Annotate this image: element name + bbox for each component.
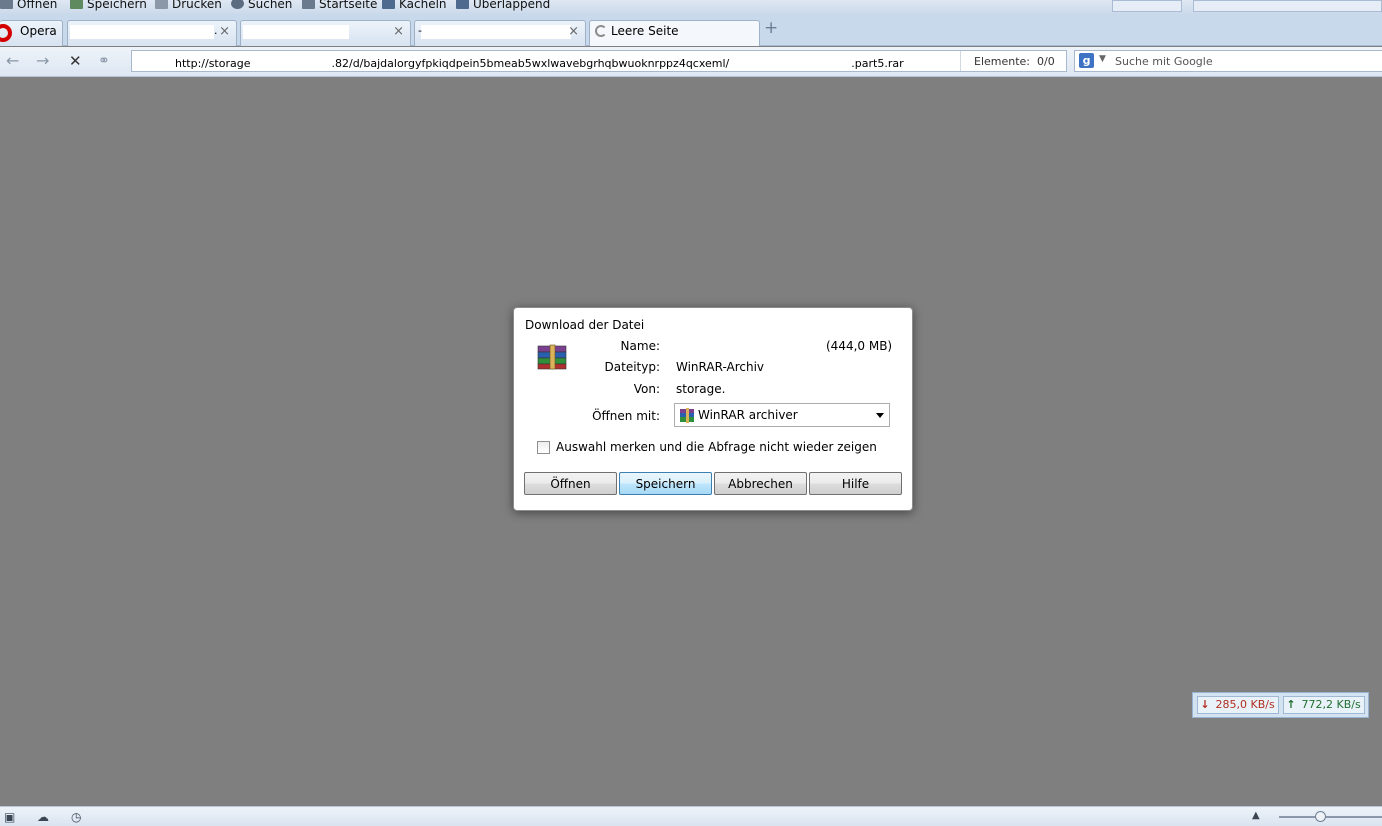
tab-1-title-redacted <box>70 25 214 39</box>
cascade-icon <box>456 0 469 9</box>
key-icon[interactable]: ⚭ <box>98 52 110 70</box>
download-dialog: Download der Datei Name: (444,0 MB) Date… <box>513 307 913 511</box>
tab-1[interactable]: . × <box>67 20 237 46</box>
menu-search[interactable]: Suchen <box>231 0 292 13</box>
tab-3-close-icon[interactable]: × <box>568 25 579 39</box>
upload-speed-value: 772,2 KB/s <box>1301 698 1361 711</box>
menu-save-label: Speichern <box>87 0 147 11</box>
address-separator <box>960 51 961 71</box>
url-text: http://storage .82/d/bajdalorgyfpkiqdpein… <box>175 55 904 70</box>
download-arrow-icon: ↓ <box>1200 698 1210 711</box>
menu-cascade-label: Überlappend <box>473 0 551 11</box>
save-icon <box>70 0 83 9</box>
save-button[interactable]: Speichern <box>619 472 712 495</box>
toolbar-box-left[interactable] <box>1112 0 1182 12</box>
url-start: http://storage <box>175 57 251 70</box>
zoom-slider-knob[interactable] <box>1315 811 1326 822</box>
search-field[interactable]: g ▼ Suche mit Google <box>1074 50 1382 72</box>
remember-label[interactable]: Auswahl merken und die Abfrage nicht wie… <box>556 440 877 454</box>
menu-search-label: Suchen <box>248 0 293 11</box>
forward-arrow-icon[interactable]: → <box>36 52 49 70</box>
tab-strip: Opera . × × - × Leere Seite + <box>0 14 1382 46</box>
menu-print-label: Drucken <box>172 0 222 11</box>
address-toolbar: ← → ✕ ⚭ http://storage .82/d/bajdalorgyfp… <box>0 47 1382 77</box>
menu-tile-label: Kacheln <box>399 0 447 11</box>
menu-cascade[interactable]: Überlappend <box>456 0 550 13</box>
tab-2-title-redacted <box>243 25 349 39</box>
download-speed-value: 285,0 KB/s <box>1215 698 1275 711</box>
dialog-title: Download der Datei <box>525 318 645 332</box>
folder-icon <box>0 0 13 9</box>
zoom-slider-track[interactable] <box>1279 816 1382 818</box>
opera-label: Opera <box>20 24 57 38</box>
type-label: Dateityp: <box>604 360 660 374</box>
elements-count: 0/0 <box>1037 55 1055 68</box>
menu-home[interactable]: Startseite <box>302 0 377 13</box>
panel-toggle-icon[interactable]: ▣ <box>4 811 15 823</box>
tab-active[interactable]: Leere Seite <box>589 20 760 46</box>
printer-icon <box>155 0 168 9</box>
openwith-select[interactable]: WinRAR archiver <box>674 403 890 427</box>
elements-label: Elemente: <box>974 55 1031 68</box>
from-value: storage. <box>676 382 726 396</box>
cloud-icon[interactable]: ☁ <box>37 811 49 823</box>
tile-icon <box>382 0 395 9</box>
menu-save[interactable]: Speichern <box>70 0 147 13</box>
tab-2[interactable]: × <box>240 20 411 46</box>
download-speed: ↓ 285,0 KB/s <box>1197 696 1279 714</box>
remember-checkbox[interactable] <box>537 441 550 454</box>
stop-icon[interactable]: ✕ <box>69 52 82 70</box>
speed-dial-icon[interactable]: ◷ <box>71 811 81 823</box>
tab-3-title-redacted <box>421 25 571 39</box>
menu-tile[interactable]: Kacheln <box>382 0 447 13</box>
menu-print[interactable]: Drucken <box>155 0 222 13</box>
tab-1-suffix: . <box>214 24 218 37</box>
name-label: Name: <box>620 339 660 353</box>
url-end: .part5.rar <box>851 57 904 70</box>
status-bar: ▣ ☁ ◷ ▲ <box>0 806 1382 826</box>
home-icon <box>302 0 315 9</box>
cancel-button[interactable]: Abbrechen <box>714 472 807 495</box>
search-icon <box>231 0 244 9</box>
from-label: Von: <box>633 382 660 396</box>
transfer-speed-widget[interactable]: ↓ 285,0 KB/s ↑ 772,2 KB/s <box>1192 692 1369 718</box>
search-placeholder: Suche mit Google <box>1115 55 1213 68</box>
new-tab-button[interactable]: + <box>764 19 778 37</box>
tab-1-close-icon[interactable]: × <box>219 25 230 39</box>
loading-spinner-icon <box>595 25 607 37</box>
menu-open[interactable]: Öffnen <box>0 0 57 13</box>
active-tab-label: Leere Seite <box>611 24 679 38</box>
file-size: (444,0 MB) <box>826 339 893 353</box>
tab-2-close-icon[interactable]: × <box>393 25 404 39</box>
opera-menu-button[interactable]: Opera <box>0 20 63 46</box>
openwith-value: WinRAR archiver <box>698 408 798 422</box>
open-button[interactable]: Öffnen <box>524 472 617 495</box>
elements-counter[interactable]: Elemente: 0/0 <box>974 55 1055 68</box>
type-value: WinRAR-Archiv <box>676 360 765 374</box>
tab-3-prefix: - <box>418 24 422 37</box>
upload-arrow-icon: ↑ <box>1286 698 1296 711</box>
tab-3[interactable]: - × <box>414 20 586 46</box>
back-arrow-icon[interactable]: ← <box>6 52 19 70</box>
openwith-label: Öffnen mit: <box>592 409 660 423</box>
google-icon[interactable]: g <box>1079 53 1094 68</box>
upload-speed: ↑ 772,2 KB/s <box>1283 696 1365 714</box>
help-button[interactable]: Hilfe <box>809 472 902 495</box>
toolbar-box-right[interactable] <box>1193 0 1382 12</box>
top-toolbar: Öffnen Speichern Drucken Suchen Startsei… <box>0 0 1382 14</box>
url-redacted <box>250 55 332 67</box>
zoom-up-icon[interactable]: ▲ <box>1252 810 1260 821</box>
url-mid: .82/d/bajdalorgyfpkiqdpein5bmeab5wxlwave… <box>331 57 730 70</box>
menu-home-label: Startseite <box>319 0 378 11</box>
address-field[interactable]: http://storage .82/d/bajdalorgyfpkiqdpein… <box>131 50 1067 72</box>
winrar-app-icon <box>680 408 694 423</box>
search-engine-dropdown-icon[interactable]: ▼ <box>1099 54 1106 64</box>
dropdown-arrow-icon[interactable] <box>876 413 884 418</box>
menu-open-label: Öffnen <box>17 0 58 11</box>
opera-logo-icon <box>0 24 12 42</box>
